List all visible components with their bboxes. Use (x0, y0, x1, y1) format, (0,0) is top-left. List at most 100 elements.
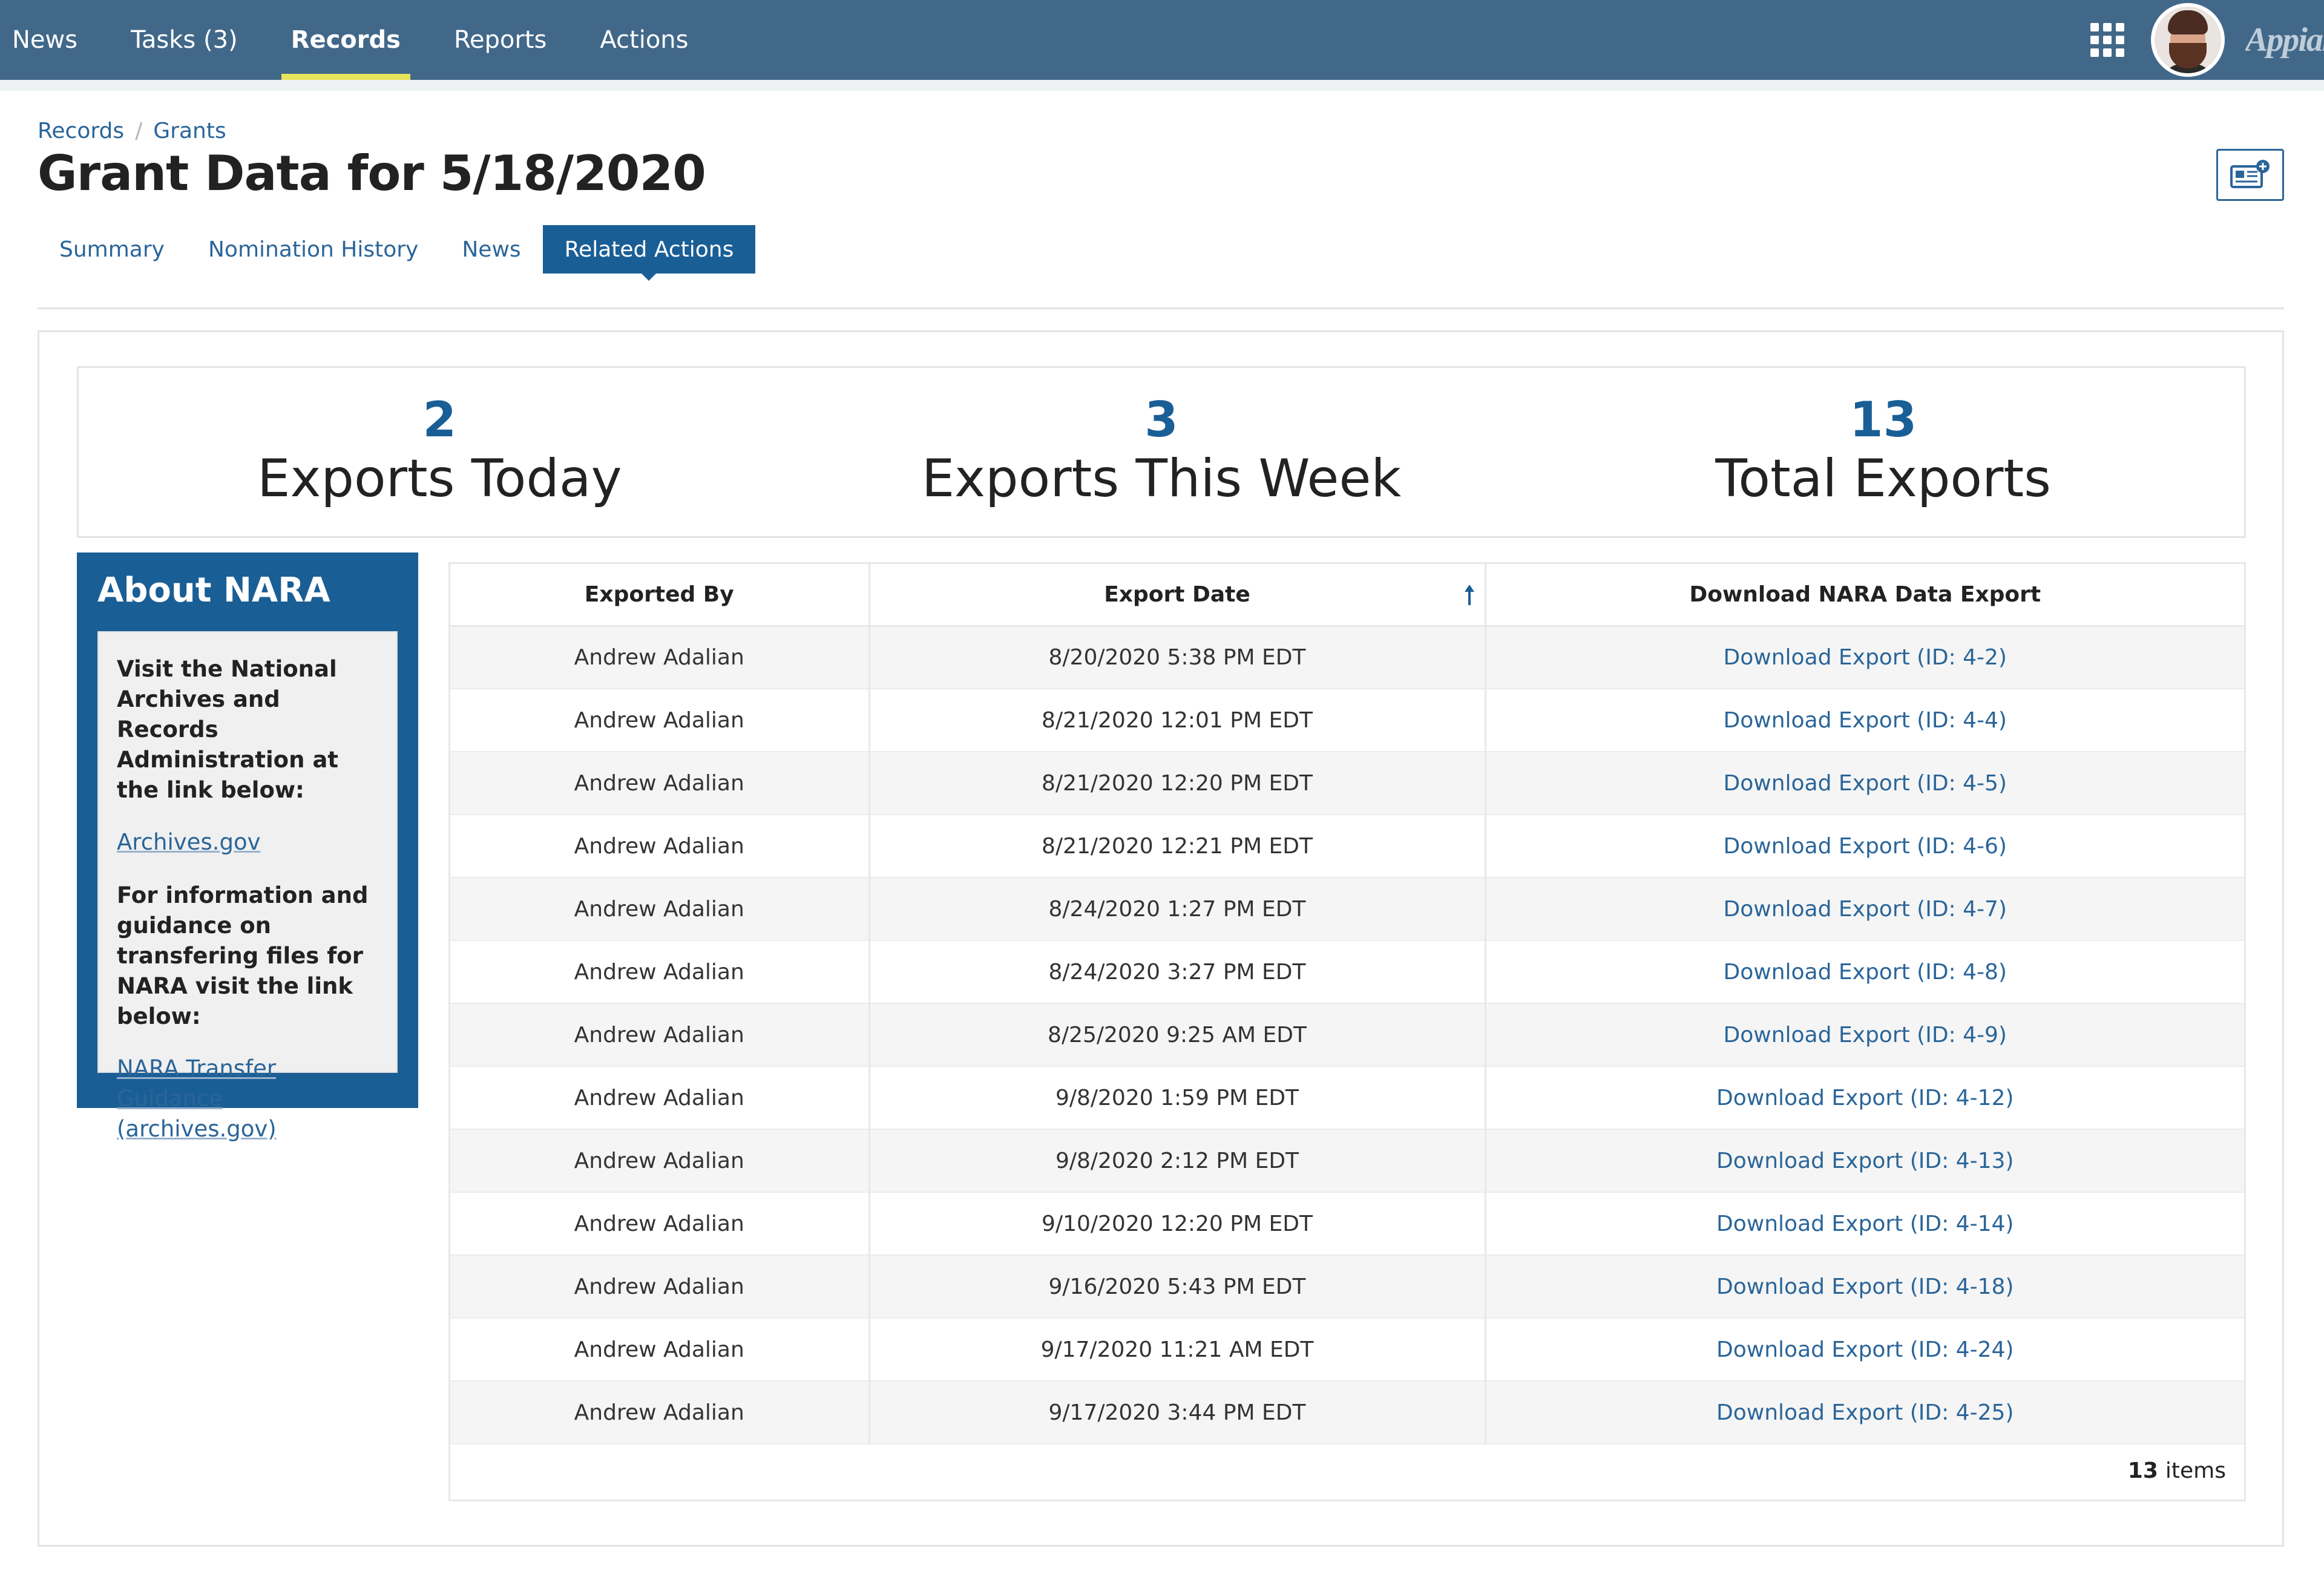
tab-nomination-history[interactable]: Nomination History (186, 225, 440, 274)
exported-by-cell: Andrew Adalian (450, 1003, 870, 1067)
nav-actions[interactable]: Actions (573, 0, 715, 80)
exports-grid: Exported By Export Date Download NARA Da… (448, 562, 2246, 1501)
export-date-cell: 8/21/2020 12:21 PM EDT (869, 815, 1486, 878)
export-date-cell: 8/24/2020 3:27 PM EDT (869, 940, 1486, 1004)
related-actions-panel: 2 Exports Today 3 Exports This Week 13 T… (38, 330, 2284, 1547)
download-export-link[interactable]: Download Export (ID: 4-9) (1485, 1003, 2244, 1067)
stat-value: 3 (1144, 391, 1178, 448)
column-header-export-date[interactable]: Export Date (869, 564, 1486, 627)
export-date-cell: 9/17/2020 11:21 AM EDT (869, 1318, 1486, 1382)
breadcrumb-records[interactable]: Records (38, 119, 124, 143)
nav-news[interactable]: News (12, 0, 104, 80)
about-nara-text: Visit the National Archives and Records … (117, 656, 338, 803)
transfer-guidance-text: For information and guidance on transfer… (117, 882, 369, 1029)
tab-related-actions[interactable]: Related Actions (542, 225, 756, 281)
download-export-link[interactable]: Download Export (ID: 4-13) (1485, 1129, 2244, 1193)
appian-logo: Appian (2245, 21, 2324, 59)
export-date-cell: 8/21/2020 12:01 PM EDT (869, 689, 1486, 752)
tabs-divider (38, 307, 2284, 309)
breadcrumb: Records / Grants (38, 119, 226, 143)
download-export-link[interactable]: Download Export (ID: 4-4) (1485, 689, 2244, 752)
table-row: Andrew Adalian 8/20/2020 5:38 PM EDT Downl… (450, 626, 2244, 689)
exported-by-cell: Andrew Adalian (450, 1381, 870, 1444)
table-row: Andrew Adalian 8/21/2020 12:20 PM EDT Down… (450, 752, 2244, 815)
export-date-cell: 9/8/2020 1:59 PM EDT (869, 1066, 1486, 1130)
download-export-link[interactable]: Download Export (ID: 4-2) (1485, 626, 2244, 689)
table-row: Andrew Adalian 8/24/2020 1:27 PM EDT Downl… (450, 877, 2244, 941)
download-export-link[interactable]: Download Export (ID: 4-5) (1485, 752, 2244, 815)
exported-by-cell: Andrew Adalian (450, 1129, 870, 1193)
nav-records[interactable]: Records (264, 0, 427, 80)
newspaper-plus-icon (2230, 160, 2270, 188)
export-date-cell: 8/24/2020 1:27 PM EDT (869, 877, 1486, 941)
top-nav: News Tasks (3) Records Reports Actions (0, 0, 715, 80)
nara-transfer-guidance-link[interactable]: NARA Transfer Guidance (archives.gov) (117, 1054, 378, 1144)
stat-label: Exports This Week (921, 448, 1402, 509)
download-export-link[interactable]: Download Export (ID: 4-18) (1485, 1255, 2244, 1319)
table-row: Andrew Adalian 8/21/2020 12:21 PM EDT Down… (450, 815, 2244, 878)
table-row: Andrew Adalian 9/16/2020 5:43 PM EDT Downl… (450, 1255, 2244, 1319)
user-avatar[interactable] (2151, 3, 2225, 77)
breadcrumb-separator: / (135, 119, 143, 143)
table-row: Andrew Adalian 9/10/2020 12:20 PM EDT Down… (450, 1192, 2244, 1256)
exported-by-cell: Andrew Adalian (450, 877, 870, 941)
sort-up-arrow-icon[interactable] (1460, 582, 1479, 609)
news-feed-button[interactable] (2216, 149, 2284, 201)
item-count-suffix: items (2165, 1458, 2226, 1483)
archives-gov-link[interactable]: Archives.gov (117, 827, 378, 857)
export-date-cell: 9/16/2020 5:43 PM EDT (869, 1255, 1486, 1319)
download-export-link[interactable]: Download Export (ID: 4-8) (1485, 940, 2244, 1004)
download-export-link[interactable]: Download Export (ID: 4-24) (1485, 1318, 2244, 1382)
table-row: Andrew Adalian 9/8/2020 1:59 PM EDT Downlo… (450, 1066, 2244, 1130)
topbar-right: Appian (2090, 0, 2324, 80)
grid-item-count: 13 items (450, 1441, 2244, 1500)
about-nara-title: About NARA (97, 571, 330, 610)
download-export-link[interactable]: Download Export (ID: 4-7) (1485, 877, 2244, 941)
export-date-cell: 8/20/2020 5:38 PM EDT (869, 626, 1486, 689)
download-export-link[interactable]: Download Export (ID: 4-14) (1485, 1192, 2244, 1256)
tab-news[interactable]: News (440, 225, 542, 274)
exported-by-cell: Andrew Adalian (450, 689, 870, 752)
exported-by-cell: Andrew Adalian (450, 626, 870, 689)
stat-label: Total Exports (1715, 448, 2051, 509)
stat-value: 2 (422, 391, 457, 448)
tab-summary[interactable]: Summary (38, 225, 186, 274)
nav-tasks[interactable]: Tasks (3) (104, 0, 264, 80)
item-count-number: 13 (2127, 1458, 2158, 1483)
export-date-cell: 8/25/2020 9:25 AM EDT (869, 1003, 1486, 1067)
table-row: Andrew Adalian 8/25/2020 9:25 AM EDT Downl… (450, 1003, 2244, 1067)
exported-by-cell: Andrew Adalian (450, 940, 870, 1004)
download-export-link[interactable]: Download Export (ID: 4-12) (1485, 1066, 2244, 1130)
exported-by-cell: Andrew Adalian (450, 1066, 870, 1130)
stat-value: 13 (1850, 391, 1917, 448)
table-header-row: Exported By Export Date Download NARA Da… (450, 564, 2244, 627)
apps-grid-icon[interactable] (2090, 23, 2124, 57)
column-header-download[interactable]: Download NARA Data Export (1485, 564, 2244, 627)
column-header-exported-by[interactable]: Exported By (450, 564, 870, 627)
exports-table: Exported By Export Date Download NARA Da… (450, 564, 2244, 1444)
exported-by-cell: Andrew Adalian (450, 1192, 870, 1256)
about-nara-card: About NARA Visit the National Archives a… (77, 552, 418, 1142)
stat-total-exports: 13 Total Exports (1522, 368, 2244, 536)
table-row: Andrew Adalian 9/17/2020 11:21 AM EDT Down… (450, 1318, 2244, 1382)
stat-label: Exports Today (257, 448, 622, 509)
exported-by-cell: Andrew Adalian (450, 815, 870, 878)
breadcrumb-grants[interactable]: Grants (153, 119, 226, 143)
exported-by-cell: Andrew Adalian (450, 1318, 870, 1382)
export-date-cell: 9/10/2020 12:20 PM EDT (869, 1192, 1486, 1256)
export-date-cell: 9/8/2020 2:12 PM EDT (869, 1129, 1486, 1193)
record-tabs: Summary Nomination History News Related … (38, 225, 756, 281)
stat-exports-this-week: 3 Exports This Week (801, 368, 1523, 536)
nav-reports[interactable]: Reports (427, 0, 573, 80)
exported-by-cell: Andrew Adalian (450, 1255, 870, 1319)
exported-by-cell: Andrew Adalian (450, 752, 870, 815)
export-stats: 2 Exports Today 3 Exports This Week 13 T… (77, 366, 2246, 538)
download-export-link[interactable]: Download Export (ID: 4-6) (1485, 815, 2244, 878)
table-row: Andrew Adalian 8/21/2020 12:01 PM EDT Down… (450, 689, 2244, 752)
download-export-link[interactable]: Download Export (ID: 4-25) (1485, 1381, 2244, 1444)
table-row: Andrew Adalian 9/8/2020 2:12 PM EDT Downlo… (450, 1129, 2244, 1193)
table-row: Andrew Adalian 9/17/2020 3:44 PM EDT Downl… (450, 1381, 2244, 1444)
export-date-cell: 9/17/2020 3:44 PM EDT (869, 1381, 1486, 1444)
top-navigation-bar: News Tasks (3) Records Reports Actions A… (0, 0, 2324, 80)
stat-exports-today: 2 Exports Today (79, 368, 801, 536)
